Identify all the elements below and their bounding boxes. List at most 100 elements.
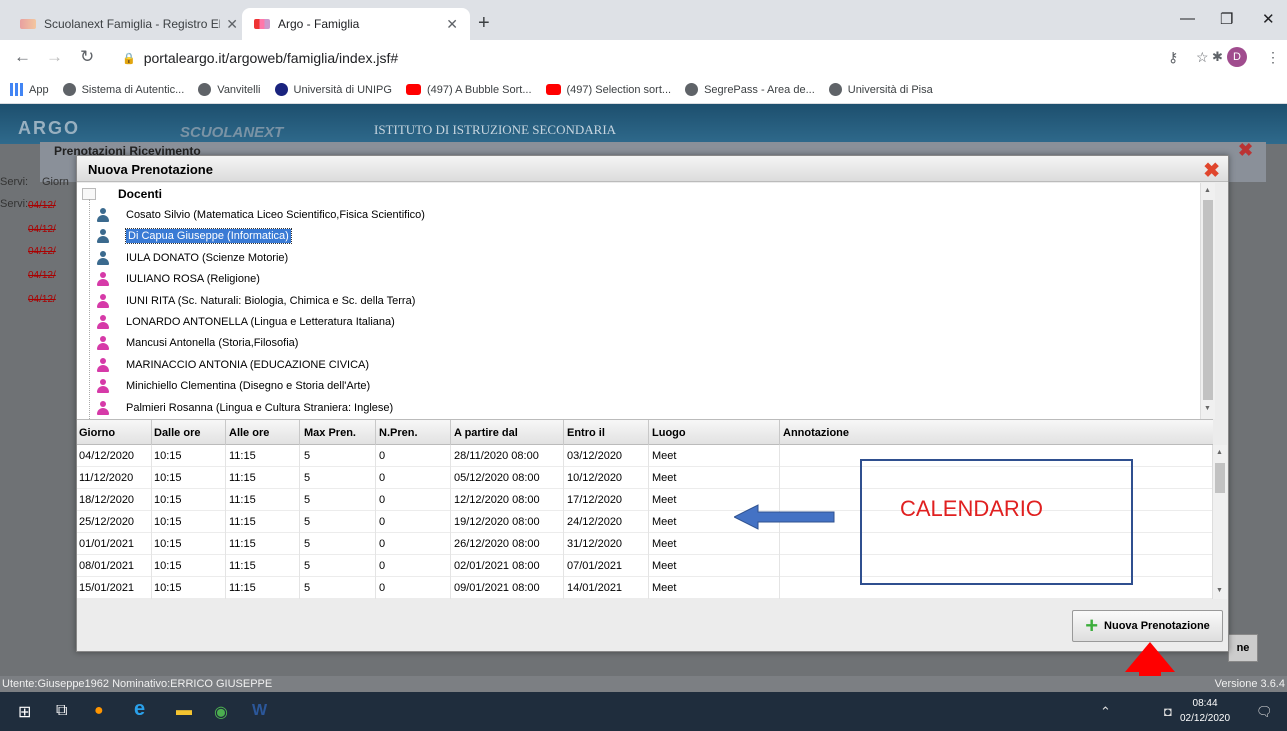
docenti-tree: Docenti Cosato Silvio (Matematica Liceo … (77, 183, 1215, 419)
table-scrollbar[interactable]: ▲ ▼ (1212, 445, 1227, 599)
teacher-item[interactable]: LONARDO ANTONELLA (Lingua e Letteratura … (97, 313, 395, 331)
col-a-partire-dal[interactable]: A partire dal (454, 427, 518, 439)
background-date: 04/12/ (28, 224, 56, 235)
tab-close-icon[interactable]: ✕ (446, 16, 458, 33)
col-annotazione[interactable]: Annotazione (783, 427, 849, 439)
task-view-icon[interactable]: ⧉ (56, 702, 67, 720)
table-cell: 11:15 (229, 450, 256, 462)
bookmark-selection-sort[interactable]: (497) Selection sort... (545, 84, 671, 96)
background-close-icon[interactable]: ✖ (1238, 140, 1253, 161)
scroll-thumb[interactable] (1215, 463, 1225, 493)
forward-icon[interactable]: → (46, 47, 63, 67)
male-person-icon (97, 250, 109, 265)
user-info: Utente:Giuseppe1962 Nominativo:ERRICO GI… (2, 678, 273, 690)
new-tab-icon[interactable]: + (478, 12, 490, 35)
profile-avatar[interactable]: D (1227, 47, 1247, 67)
scroll-up-icon[interactable]: ▲ (1216, 449, 1223, 456)
tree-root-docenti[interactable]: Docenti (82, 187, 162, 201)
window-close-icon[interactable]: ✕ (1262, 10, 1275, 28)
teacher-item[interactable]: Mancusi Antonella (Storia,Filosofia) (97, 334, 298, 352)
table-cell: 10:15 (154, 472, 182, 484)
bookmark-unipg[interactable]: Università di UNIPG (274, 83, 392, 96)
dialog-close-icon[interactable]: ✖ (1203, 158, 1220, 183)
table-cell: 5 (304, 516, 311, 528)
teacher-item[interactable]: Minichiello Clementina (Disegno e Storia… (97, 377, 370, 395)
col-luogo[interactable]: Luogo (652, 427, 686, 439)
table-cell: Meet (652, 516, 677, 528)
teacher-item[interactable]: IUNI RITA (Sc. Naturali: Biologia, Chimi… (97, 292, 415, 310)
male-person-icon (97, 229, 109, 244)
bookmark-pisa[interactable]: Università di Pisa (828, 83, 933, 96)
address-bar[interactable]: 🔒 portaleargo.it/argoweb/famiglia/index.… (110, 44, 1200, 72)
teacher-item[interactable]: IULIANO ROSA (Religione) (97, 270, 260, 288)
table-cell: 11/12/2020 (79, 472, 134, 484)
taskbar-clock[interactable]: 08:44 02/12/2020 (1180, 696, 1230, 726)
teacher-item[interactable]: Palmieri Rosanna (Lingua e Cultura Stran… (97, 399, 393, 417)
col-entro-il[interactable]: Entro il (567, 427, 605, 439)
firefox-icon[interactable]: ● (94, 702, 104, 720)
scuolanext-logo: SCUOLANEXT (180, 124, 284, 141)
bookmark-bubble-sort[interactable]: (497) A Bubble Sort... (405, 84, 532, 96)
table-cell: 24/12/2020 (567, 516, 623, 528)
back-icon[interactable]: ← (14, 47, 31, 67)
teacher-item[interactable]: MARINACCIO ANTONIA (EDUCAZIONE CIVICA) (97, 356, 369, 374)
female-person-icon (97, 272, 109, 287)
calendar-annotation-label: CALENDARIO (900, 496, 1044, 521)
background-button[interactable]: ne (1228, 634, 1258, 662)
windows-taskbar: ⊞ ⧉ ● e ▬ ◉ W ⌃ ◘ 08:44 02/12/2020 🗨 (0, 692, 1287, 731)
tab-title: Scuolanext Famiglia - Registro El (44, 17, 221, 31)
unipg-logo-icon (274, 83, 288, 96)
menu-icon[interactable]: ⋮ (1266, 49, 1280, 66)
institute-name: ISTITUTO DI ISTRUZIONE SECONDARIA (374, 122, 617, 137)
col-giorno[interactable]: Giorno (79, 427, 115, 439)
col-alle-ore[interactable]: Alle ore (229, 427, 269, 439)
tab-close-icon[interactable]: ✕ (226, 16, 238, 33)
plus-icon: + (1085, 613, 1099, 638)
nuova-prenotazione-button[interactable]: + Nuova Prenotazione (1072, 610, 1223, 642)
table-cell: 18/12/2020 (79, 494, 135, 506)
restore-icon[interactable]: ❐ (1220, 10, 1233, 28)
col-dalle-ore[interactable]: Dalle ore (154, 427, 200, 439)
table-cell: 11:15 (229, 560, 256, 572)
scroll-up-icon[interactable]: ▲ (1204, 187, 1211, 194)
chrome-icon[interactable]: ◉ (214, 702, 228, 722)
file-explorer-icon[interactable]: ▬ (176, 702, 192, 720)
teacher-item[interactable]: Cosato Silvio (Matematica Liceo Scientif… (97, 206, 425, 224)
notifications-icon[interactable]: 🗨 (1256, 704, 1273, 720)
scroll-down-icon[interactable]: ▼ (1204, 405, 1211, 412)
internet-explorer-icon[interactable]: e (134, 698, 145, 721)
scroll-thumb[interactable] (1203, 200, 1213, 400)
female-person-icon (97, 357, 109, 372)
table-cell: 19/12/2020 08:00 (454, 516, 540, 528)
youtube-icon (545, 84, 561, 95)
star-icon[interactable]: ☆ (1196, 49, 1209, 66)
scroll-down-icon[interactable]: ▼ (1216, 587, 1223, 594)
key-icon[interactable]: ⚷ (1168, 49, 1178, 66)
minimize-icon[interactable]: — (1180, 10, 1195, 27)
table-cell: 02/01/2021 08:00 (454, 560, 540, 572)
bookmark-sistema[interactable]: Sistema di Autentic... (62, 83, 184, 96)
extensions-icon[interactable]: ✱ (1212, 49, 1223, 65)
teacher-item[interactable]: IULA DONATO (Scienze Motorie) (97, 249, 288, 267)
bookmark-segrepass[interactable]: SegrePass - Area de... (685, 83, 815, 96)
tab-argo-famiglia[interactable]: Argo - Famiglia ✕ (242, 8, 470, 40)
windows-start-icon[interactable]: ⊞ (18, 702, 31, 722)
col-max-pren[interactable]: Max Pren. (304, 427, 356, 439)
tab-scuolanext[interactable]: Scuolanext Famiglia - Registro El ✕ (8, 8, 250, 40)
teacher-name: Di Capua Giuseppe (Informatica) (125, 228, 292, 245)
table-cell: 05/12/2020 08:00 (454, 472, 540, 484)
bookmark-vanvitelli[interactable]: Vanvitelli (198, 83, 261, 96)
background-date: 04/12/ (28, 294, 56, 305)
argo-favicon-icon (254, 19, 270, 29)
bookmark-apps[interactable]: App (10, 83, 49, 96)
argo-logo: ARGO (18, 118, 80, 138)
reload-icon[interactable]: ↻ (80, 47, 94, 67)
table-cell: 0 (379, 560, 386, 572)
word-icon[interactable]: W (252, 702, 267, 720)
tree-scrollbar[interactable]: ▲ ▼ (1200, 183, 1215, 419)
tray-app-icon[interactable]: ◘ (1164, 704, 1172, 719)
teacher-item[interactable]: Di Capua Giuseppe (Informatica) (97, 227, 292, 245)
teacher-name: IULA DONATO (Scienze Motorie) (126, 251, 289, 264)
col-n-pren[interactable]: N.Pren. (379, 427, 418, 439)
tray-chevron-icon[interactable]: ⌃ (1100, 704, 1111, 720)
